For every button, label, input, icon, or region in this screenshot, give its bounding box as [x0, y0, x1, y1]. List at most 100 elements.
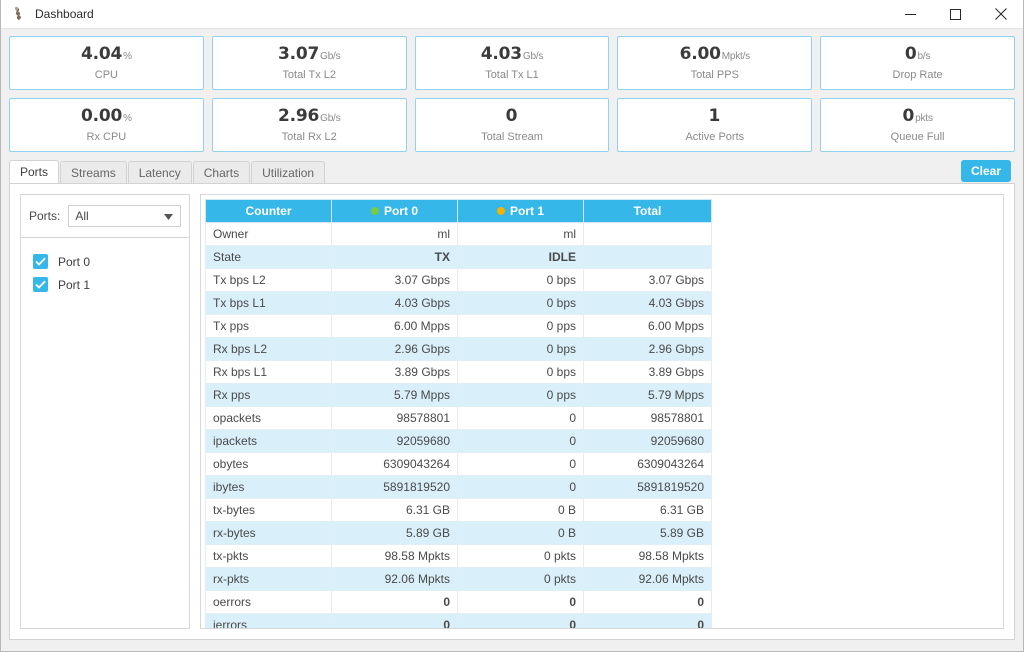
cell-port0: 98578801 — [331, 406, 458, 430]
table-row[interactable]: tx-bytes 6.31 GB 0 B 6.31 GB — [205, 498, 712, 522]
cell-counter: rx-bytes — [205, 521, 332, 545]
counters-table: Counter Port 0 Port 1 Total Owner ml ml Sta… — [205, 199, 712, 628]
cell-port1: 0 B — [457, 521, 584, 545]
cell-counter: tx-bytes — [205, 498, 332, 522]
stat-card-cpu: 4.04% CPU — [9, 36, 204, 90]
cell-port1: 0 — [457, 452, 584, 476]
table-row[interactable]: Rx pps 5.79 Mpps 0 pps 5.79 Mpps — [205, 383, 712, 407]
table-row[interactable]: Rx bps L2 2.96 Gbps 0 bps 2.96 Gbps — [205, 337, 712, 361]
cell-port0: 6.31 GB — [331, 498, 458, 522]
table-row[interactable]: State TX IDLE — [205, 245, 712, 269]
cell-total: 98.58 Mpkts — [583, 544, 712, 568]
cell-port0: TX — [331, 245, 458, 269]
stat-value: 4.03Gb/s — [480, 43, 544, 64]
table-row[interactable]: oerrors 0 0 0 — [205, 590, 712, 614]
stat-unit: Gb/s — [320, 50, 341, 62]
table-body: Owner ml ml State TX IDLE Tx bps L2 3.07 Gbps 0 … — [205, 222, 712, 628]
close-icon[interactable] — [978, 0, 1023, 28]
cell-counter: Tx bps L1 — [205, 291, 332, 315]
stat-label: Total Rx L2 — [281, 130, 337, 143]
table-row[interactable]: Tx bps L2 3.07 Gbps 0 bps 3.07 Gbps — [205, 268, 712, 292]
stat-value: 4.04% — [80, 43, 132, 64]
tab-utilization[interactable]: Utilization — [251, 161, 326, 183]
table-row[interactable]: Rx bps L1 3.89 Gbps 0 bps 3.89 Gbps — [205, 360, 712, 384]
maximize-icon[interactable] — [933, 0, 978, 28]
stat-card-active-ports: 1 Active Ports — [617, 98, 813, 152]
stat-unit: % — [123, 112, 132, 124]
cell-total: 98578801 — [583, 406, 712, 430]
tab-charts[interactable]: Charts — [192, 161, 251, 183]
table-row[interactable]: obytes 6309043264 0 6309043264 — [205, 452, 712, 476]
cell-counter: ibytes — [205, 475, 332, 499]
dashboard-window: Dashboard 4.04% CPU 3.07Gb/s Total Tx L2 — [0, 0, 1024, 652]
cell-total: 5.89 GB — [583, 521, 712, 545]
cell-port1: 0 bps — [457, 337, 584, 361]
column-header-port1[interactable]: Port 1 — [457, 199, 584, 223]
port-checkbox-item[interactable]: Port 0 — [21, 250, 189, 273]
stat-value: 3.07Gb/s — [277, 43, 341, 64]
ports-select[interactable]: All — [68, 205, 181, 227]
cell-port0: 0 — [331, 613, 458, 628]
stat-value: 0 — [505, 105, 518, 126]
cell-counter: oerrors — [205, 590, 332, 614]
cell-total: 4.03 Gbps — [583, 291, 712, 315]
stat-card-total-pps: 6.00Mpkt/s Total PPS — [617, 36, 813, 90]
column-header-total[interactable]: Total — [583, 199, 712, 223]
column-header-counter[interactable]: Counter — [205, 199, 332, 223]
cell-port0: 5.79 Mpps — [331, 383, 458, 407]
stats-card-row-1: 4.04% CPU 3.07Gb/s Total Tx L2 4.03Gb/s … — [9, 36, 1015, 90]
table-row[interactable]: Tx pps 6.00 Mpps 0 pps 6.00 Mpps — [205, 314, 712, 338]
table-row[interactable]: Owner ml ml — [205, 222, 712, 246]
window-title: Dashboard — [35, 7, 94, 21]
column-header-port0[interactable]: Port 0 — [331, 199, 458, 223]
cell-port1: 0 — [457, 613, 584, 628]
port-checkbox-item[interactable]: Port 1 — [21, 273, 189, 296]
cell-counter: Rx pps — [205, 383, 332, 407]
app-icon — [11, 6, 27, 22]
stat-label: Total Tx L1 — [485, 68, 539, 81]
table-row[interactable]: ierrors 0 0 0 — [205, 613, 712, 628]
table-row[interactable]: rx-pkts 92.06 Mpkts 0 pkts 92.06 Mpkts — [205, 567, 712, 591]
table-row[interactable]: Tx bps L1 4.03 Gbps 0 bps 4.03 Gbps — [205, 291, 712, 315]
counters-table-area: Counter Port 0 Port 1 Total Owner ml ml Sta… — [200, 194, 1004, 629]
cell-port1: 0 pkts — [457, 544, 584, 568]
stat-card-queue-full: 0pkts Queue Full — [820, 98, 1015, 152]
cell-total: 0 — [583, 613, 712, 628]
ports-select-value: All — [75, 209, 89, 223]
cell-port1: IDLE — [457, 245, 584, 269]
cell-port1: 0 pkts — [457, 567, 584, 591]
table-row[interactable]: opackets 98578801 0 98578801 — [205, 406, 712, 430]
ports-panel: Ports: All Port 0 Port 1 Counter Port 0 … — [9, 183, 1015, 640]
cell-port1: 0 bps — [457, 291, 584, 315]
port0-status-dot — [370, 206, 379, 215]
stat-label: Total Tx L2 — [282, 68, 336, 81]
tab-ports[interactable]: Ports — [9, 160, 60, 183]
stats-cards-area: 4.04% CPU 3.07Gb/s Total Tx L2 4.03Gb/s … — [1, 29, 1023, 152]
stat-value: 0b/s — [904, 43, 931, 64]
tab-streams[interactable]: Streams — [60, 161, 127, 183]
cell-total: 2.96 Gbps — [583, 337, 712, 361]
cell-total: 6.31 GB — [583, 498, 712, 522]
table-row[interactable]: tx-pkts 98.58 Mpkts 0 pkts 98.58 Mpkts — [205, 544, 712, 568]
stat-label: Active Ports — [685, 130, 745, 143]
cell-port1: 0 — [457, 406, 584, 430]
cell-port0: 5891819520 — [331, 475, 458, 499]
checkbox-checked-icon[interactable] — [33, 254, 48, 269]
table-row[interactable]: ibytes 5891819520 0 5891819520 — [205, 475, 712, 499]
stat-card-total-tx-l2: 3.07Gb/s Total Tx L2 — [211, 36, 407, 90]
stat-card-total-rx-l2: 2.96Gb/s Total Rx L2 — [211, 98, 407, 152]
cell-counter: opackets — [205, 406, 332, 430]
stats-card-row-2: 0.00% Rx CPU 2.96Gb/s Total Rx L2 0 Tota… — [9, 98, 1015, 152]
tab-latency[interactable]: Latency — [127, 161, 192, 183]
table-row[interactable]: ipackets 92059680 0 92059680 — [205, 429, 712, 453]
checkbox-checked-icon[interactable] — [33, 277, 48, 292]
cell-port1: ml — [457, 222, 584, 246]
cell-port0: 92059680 — [331, 429, 458, 453]
cell-port0: 2.96 Gbps — [331, 337, 458, 361]
cell-counter: tx-pkts — [205, 544, 332, 568]
table-row[interactable]: rx-bytes 5.89 GB 0 B 5.89 GB — [205, 521, 712, 545]
cell-port1: 0 B — [457, 498, 584, 522]
cell-total — [583, 222, 712, 246]
minimize-icon[interactable] — [888, 0, 933, 28]
cell-counter: Tx pps — [205, 314, 332, 338]
